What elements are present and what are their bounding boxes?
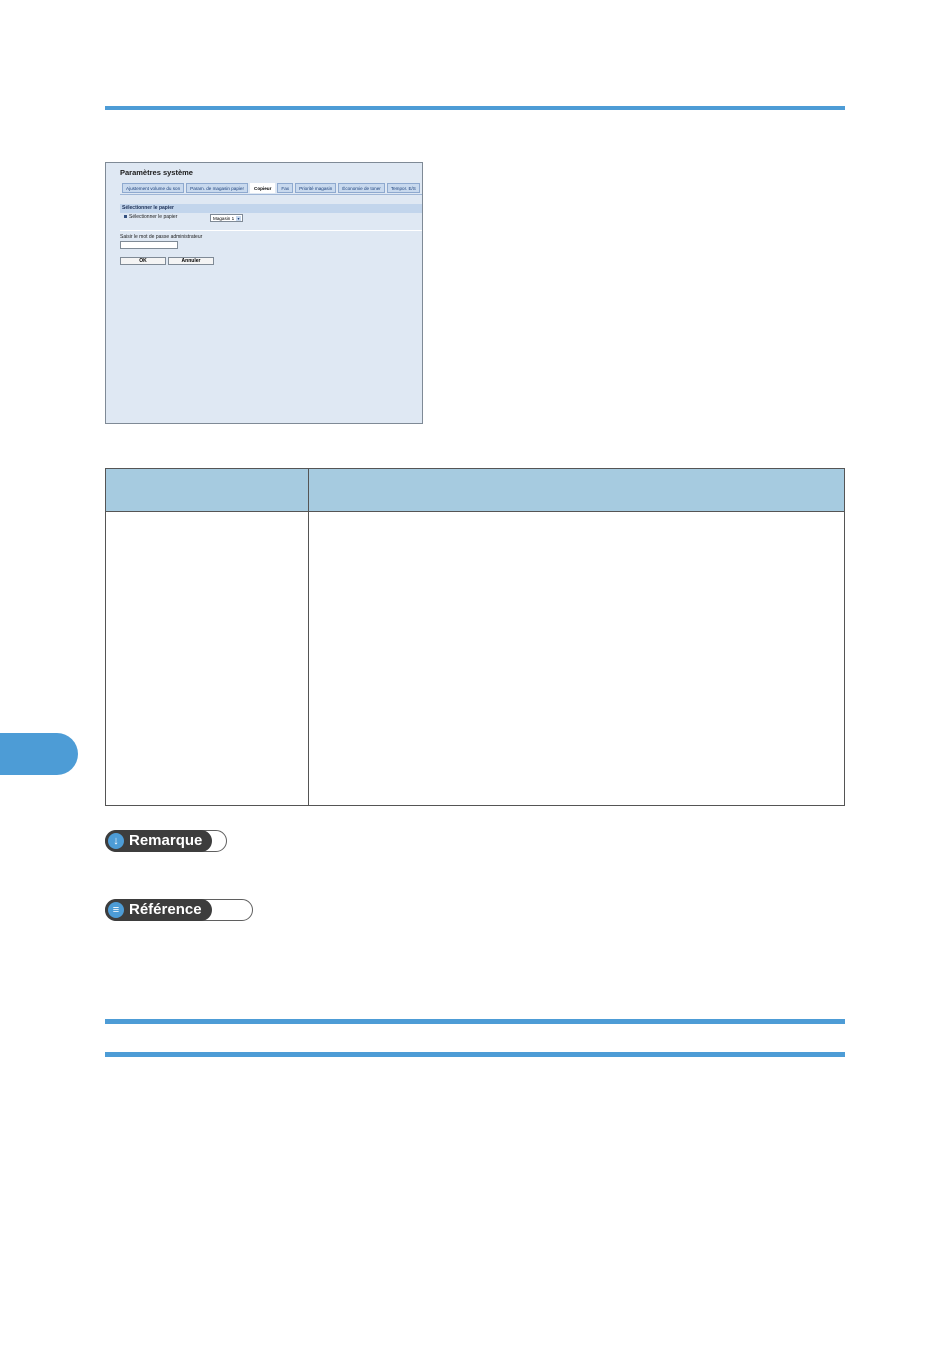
tab-copier[interactable]: Copieur [250, 183, 276, 193]
tab-tray-priority[interactable]: Priorité magasin [295, 183, 337, 193]
web-image-monitor-screenshot: Paramètres système Ajustement volume du … [105, 162, 423, 424]
settings-tabs: Ajustement volume du son Param. de magas… [122, 183, 422, 193]
remarque-text: Remarque [129, 832, 203, 849]
option-label: Sélectionner le papier [129, 214, 178, 220]
tab-fax[interactable]: Fax [277, 183, 294, 193]
section-rule-bottom [105, 1052, 845, 1057]
tabs-divider [120, 194, 422, 195]
tab-io-timeout[interactable]: Tempor. E/S [386, 183, 420, 193]
reference-text: Référence [129, 901, 202, 918]
table-header-cell [308, 468, 845, 512]
table-cell [105, 511, 309, 806]
arrow-down-icon: ↓ [108, 833, 124, 849]
separator [120, 230, 422, 231]
remarque-badge: ↓ Remarque [105, 830, 227, 852]
settings-table [105, 468, 845, 806]
tab-paper-tray-settings[interactable]: Param. de magasin papier [186, 183, 249, 193]
password-label: Saisir le mot de passe administrateur [120, 234, 203, 240]
section-rule-top [105, 1019, 845, 1024]
section-label: Sélectionner le papier [122, 205, 174, 211]
reference-label: ≡ Référence [105, 899, 212, 921]
chevron-down-icon: ▾ [236, 216, 241, 221]
screen-title: Paramètres système [120, 168, 193, 177]
paper-tray-select[interactable]: Magasin 1 ▾ [210, 214, 243, 222]
chapter-tab [0, 733, 78, 775]
tab-toner-saving[interactable]: Économie de toner [338, 183, 385, 193]
bullet-icon [124, 215, 127, 219]
option-row: Sélectionner le papier [124, 214, 177, 220]
table-header-row [105, 468, 845, 512]
tab-sound-volume[interactable]: Ajustement volume du son [122, 183, 185, 193]
select-value: Magasin 1 [213, 216, 235, 221]
table-cell [308, 511, 845, 806]
cancel-button[interactable]: Annuler [168, 257, 214, 265]
header-rule [105, 106, 845, 110]
table-row [105, 511, 845, 806]
ok-button[interactable]: OK [120, 257, 166, 265]
document-icon: ≡ [108, 902, 124, 918]
table-header-cell [105, 468, 309, 512]
password-input[interactable] [120, 241, 178, 249]
reference-badge: ≡ Référence [105, 899, 253, 921]
remarque-label: ↓ Remarque [105, 830, 213, 852]
